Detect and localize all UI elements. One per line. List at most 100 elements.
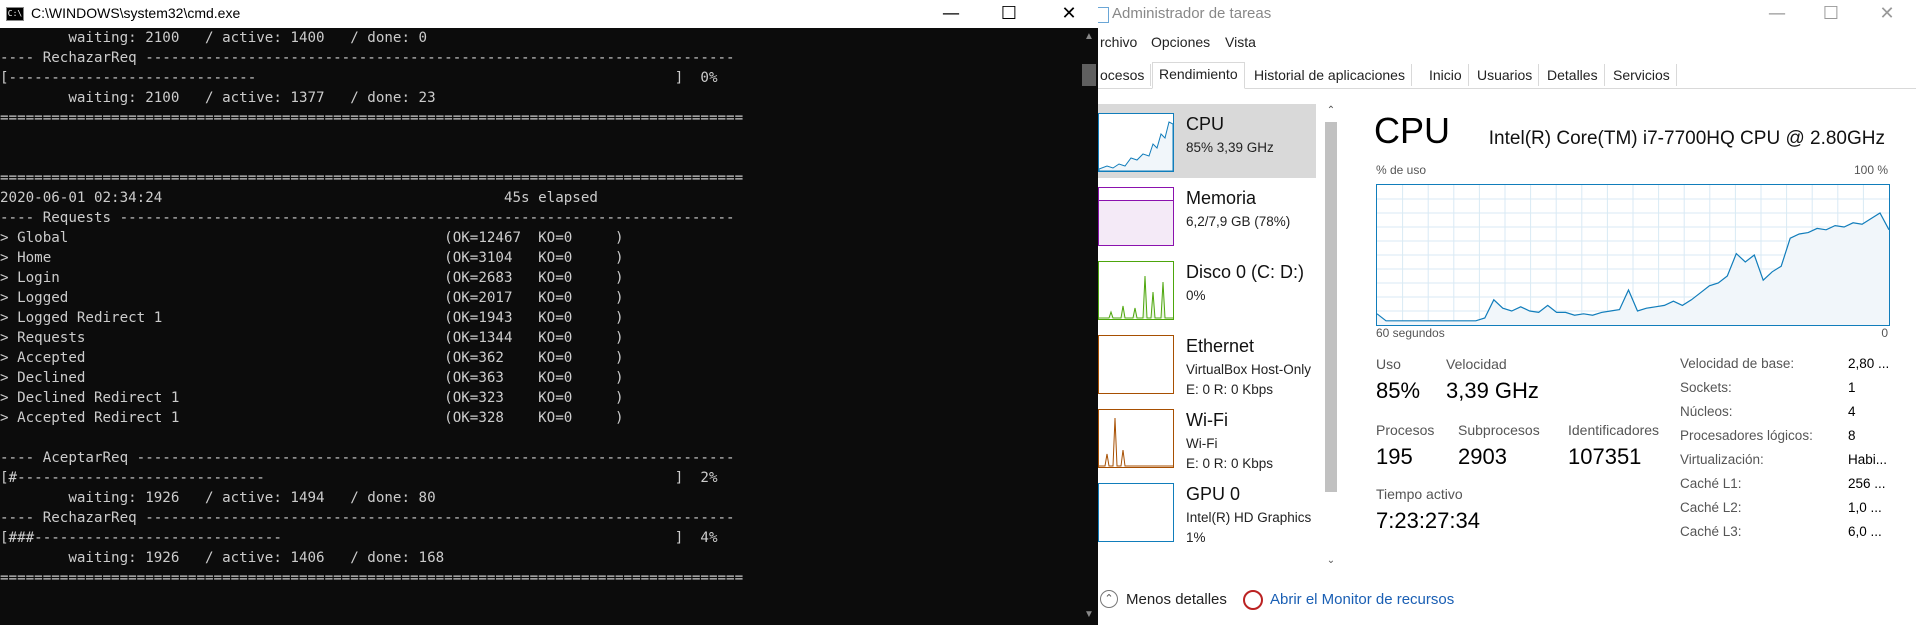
minimize-button[interactable]: —: [922, 0, 980, 28]
menu-archivo[interactable]: rchivo: [1100, 34, 1137, 50]
cmd-title: C:\WINDOWS\system32\cmd.exe: [31, 5, 241, 21]
resource-monitor-link[interactable]: Abrir el Monitor de recursos: [1270, 591, 1454, 608]
scroll-up-icon[interactable]: ▲: [1082, 30, 1096, 44]
subprocesos-label: Subprocesos: [1458, 422, 1540, 438]
console-line: > Declined Redirect 1 (OK=323 KO=0 ): [0, 390, 624, 406]
menu-vista[interactable]: Vista: [1225, 34, 1256, 50]
tab-historial[interactable]: Historial de aplicaciones: [1248, 64, 1412, 86]
graph-y-max: 100 %: [1853, 163, 1888, 177]
spec-label: Caché L3:: [1680, 524, 1742, 539]
item-sub: 85% 3,39 GHz: [1186, 140, 1274, 155]
graph-x-label: 60 segundos: [1376, 326, 1445, 340]
console-line: [#----------------------------- ] 2%: [0, 470, 718, 486]
fewer-details-link[interactable]: Menos detalles: [1126, 591, 1227, 608]
tm-close-button[interactable]: ✕: [1858, 0, 1916, 28]
cpu-detail-panel: CPU Intel(R) Core(TM) i7-7700HQ CPU @ 2.…: [1370, 104, 1910, 574]
resource-item-gpu[interactable]: GPU 0 Intel(R) HD Graphics 1%: [1098, 474, 1316, 548]
console-line: ---- RechazarReq -----------------------…: [0, 510, 735, 526]
tab-servicios[interactable]: Servicios: [1607, 64, 1677, 86]
resource-item-cpu[interactable]: CPU 85% 3,39 GHz: [1098, 104, 1316, 178]
console-line: > Logged (OK=2017 KO=0 ): [0, 290, 624, 306]
spec-label: Caché L2:: [1680, 500, 1742, 515]
spec-label: Velocidad de base:: [1680, 356, 1795, 371]
resource-item-wifi[interactable]: Wi-Fi Wi-Fi E: 0 R: 0 Kbps: [1098, 400, 1316, 474]
bottom-bar: ⌃ Menos detalles Abrir el Monitor de rec…: [1098, 588, 1916, 618]
tab-bar: ocesos Rendimiento Historial de aplicaci…: [1098, 62, 1916, 89]
cpu-usage-graph-svg: [1376, 185, 1890, 325]
console-line: [###----------------------------- ] 4%: [0, 530, 718, 546]
cmd-window: C:\ C:\WINDOWS\system32\cmd.exe — ☐ ✕ wa…: [0, 0, 1098, 625]
spec-value: 1: [1848, 380, 1856, 395]
procesos-label: Procesos: [1376, 422, 1435, 438]
close-button[interactable]: ✕: [1040, 0, 1098, 28]
spec-value: 8: [1848, 428, 1856, 443]
resource-item-ethernet[interactable]: Ethernet VirtualBox Host-Only E: 0 R: 0 …: [1098, 326, 1316, 400]
console-line: waiting: 2100 / active: 1400 / done: 0: [0, 30, 428, 46]
console-line: ========================================…: [0, 110, 744, 126]
spec-value: 4: [1848, 404, 1856, 419]
list-scrollbar[interactable]: ⌃ ⌄: [1322, 104, 1340, 570]
resource-item-memoria[interactable]: Memoria 6,2/7,9 GB (78%): [1098, 178, 1316, 252]
list-scroll-down-icon[interactable]: ⌄: [1324, 554, 1338, 568]
console-line: waiting: 1926 / active: 1406 / done: 168: [0, 550, 445, 566]
console-line: > Declined (OK=363 KO=0 ): [0, 370, 624, 386]
tm-title-bar[interactable]: Administrador de tareas — ☐ ✕: [1098, 0, 1916, 28]
resource-item-disco[interactable]: Disco 0 (C: D:) 0%: [1098, 252, 1316, 326]
console-line: waiting: 2100 / active: 1377 / done: 23: [0, 90, 436, 106]
item-sub: VirtualBox Host-Only: [1186, 362, 1312, 377]
scroll-down-icon[interactable]: ▼: [1082, 608, 1096, 622]
menu-opciones[interactable]: Opciones: [1151, 34, 1210, 50]
tab-usuarios[interactable]: Usuarios: [1471, 64, 1540, 86]
gpu-thumbnail: [1098, 483, 1174, 542]
cpu-usage-graph: [1376, 184, 1890, 326]
scroll-thumb[interactable]: [1082, 64, 1096, 86]
taskmgr-icon: [1098, 7, 1109, 23]
console-line: > Accepted Redirect 1 (OK=328 KO=0 ): [0, 410, 624, 426]
spec-label: Sockets:: [1680, 380, 1732, 395]
velocidad-label: Velocidad: [1446, 356, 1507, 372]
maximize-button[interactable]: ☐: [980, 0, 1038, 28]
disk-thumbnail-graph: [1099, 275, 1173, 319]
tab-rendimiento[interactable]: Rendimiento: [1152, 62, 1245, 89]
tab-inicio[interactable]: Inicio: [1423, 64, 1469, 86]
cpu-model: Intel(R) Core(TM) i7-7700HQ CPU @ 2.80GH…: [1488, 128, 1885, 149]
list-scroll-up-icon[interactable]: ⌃: [1324, 104, 1338, 118]
uso-label: Uso: [1376, 356, 1401, 372]
console-line: > Home (OK=3104 KO=0 ): [0, 250, 624, 266]
procesos-value: 195: [1376, 444, 1413, 469]
tab-detalles[interactable]: Detalles: [1541, 64, 1605, 86]
console-line: > Accepted (OK=362 KO=0 ): [0, 350, 624, 366]
item-sub2: E: 0 R: 0 Kbps: [1186, 456, 1274, 471]
list-scroll-thumb[interactable]: [1325, 122, 1337, 492]
cmd-title-bar[interactable]: C:\ C:\WINDOWS\system32\cmd.exe — ☐ ✕: [0, 0, 1098, 28]
item-name: Ethernet: [1186, 336, 1255, 356]
item-sub: 0%: [1186, 288, 1206, 303]
cpu-thumbnail: [1098, 113, 1174, 172]
console-line: ========================================…: [0, 570, 744, 586]
tm-minimize-button[interactable]: —: [1748, 0, 1806, 28]
item-name: CPU: [1186, 114, 1225, 134]
cmd-icon: C:\: [6, 7, 24, 21]
chevron-up-icon[interactable]: ⌃: [1100, 590, 1118, 608]
tm-maximize-button[interactable]: ☐: [1802, 0, 1860, 28]
ethernet-thumbnail: [1098, 335, 1174, 394]
graph-y-label: % de uso: [1376, 163, 1427, 177]
console-line: > Requests (OK=1344 KO=0 ): [0, 330, 624, 346]
memory-thumbnail: [1098, 187, 1174, 246]
item-sub: Wi-Fi: [1186, 436, 1218, 451]
resource-monitor-icon: [1243, 590, 1263, 610]
console-line: > Global (OK=12467 KO=0 ): [0, 230, 624, 246]
spec-value: Habi...: [1848, 452, 1888, 467]
item-name: Disco 0 (C: D:): [1186, 262, 1305, 282]
spec-label: Virtualización:: [1680, 452, 1764, 467]
spec-value: 256 ...: [1848, 476, 1886, 491]
resource-list: CPU 85% 3,39 GHz Memoria 6,2/7,9 GB (78%…: [1098, 104, 1318, 570]
identificadores-value: 107351: [1568, 444, 1642, 469]
item-sub: Intel(R) HD Graphics: [1186, 510, 1312, 525]
cmd-scrollbar[interactable]: ▲ ▼: [1080, 28, 1098, 625]
console-line: > Logged Redirect 1 (OK=1943 KO=0 ): [0, 310, 624, 326]
tm-title: Administrador de tareas: [1112, 5, 1272, 22]
tab-procesos[interactable]: ocesos: [1098, 64, 1152, 86]
console-output[interactable]: waiting: 2100 / active: 1400 / done: 0 --…: [0, 28, 1080, 625]
tiempo-value: 7:23:27:34: [1376, 508, 1480, 533]
